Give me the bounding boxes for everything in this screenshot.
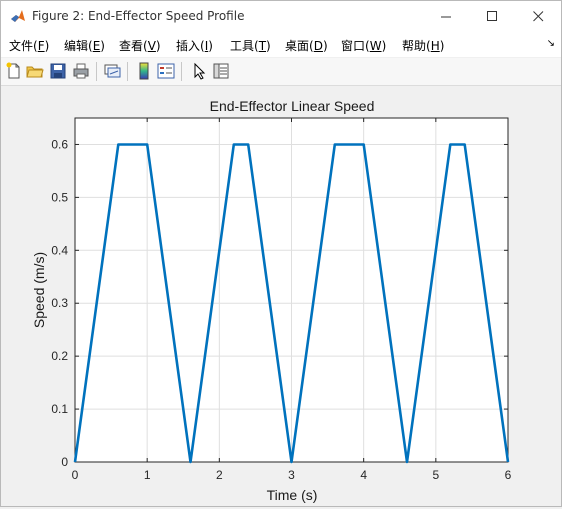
y-tick-label: 0.3 <box>51 296 68 310</box>
maximize-icon <box>486 11 497 21</box>
y-tick-label: 0.4 <box>51 243 68 257</box>
y-tick-label: 0 <box>61 455 68 469</box>
minimize-button[interactable] <box>423 1 469 32</box>
save-icon[interactable] <box>49 62 67 80</box>
new-figure-icon[interactable] <box>5 62 23 80</box>
figure-canvas: End-Effector Linear Speed 0 1 2 3 4 5 6 0 0.1 0.2… <box>2 87 560 505</box>
matlab-logo-icon <box>11 10 25 22</box>
menu-view[interactable]: 查看(V) <box>119 37 161 54</box>
menu-overflow-icon[interactable]: ↘ <box>547 38 555 49</box>
x-tick-label: 6 <box>505 468 512 482</box>
y-tick-label: 0.2 <box>51 349 68 363</box>
property-inspector-icon[interactable] <box>212 62 230 80</box>
toolbar-separator <box>127 62 128 81</box>
menu-window[interactable]: 窗口(W) <box>341 37 386 54</box>
menu-tools[interactable]: 工具(T) <box>230 37 271 54</box>
minimize-icon <box>440 16 451 18</box>
toolbar-separator <box>181 62 182 81</box>
maximize-button[interactable] <box>469 1 515 32</box>
close-button[interactable] <box>515 1 561 32</box>
x-tick-label: 0 <box>72 468 79 482</box>
link-plot-icon[interactable] <box>103 62 121 80</box>
x-tick-label: 2 <box>216 468 223 482</box>
title-bar[interactable]: Figure 2: End-Effector Speed Profile <box>1 1 561 32</box>
y-axis-label: Speed (m/s) <box>31 252 47 328</box>
x-tick-label: 1 <box>144 468 151 482</box>
x-axis-label: Time (s) <box>267 487 318 503</box>
x-tick-label: 4 <box>360 468 367 482</box>
figure-window: Figure 2: End-Effector Speed Profile 文件(… <box>0 0 562 507</box>
menu-desktop[interactable]: 桌面(D) <box>285 37 328 54</box>
menu-bar: 文件(F) 编辑(E) 查看(V) 插入(I) 工具(T) 桌面(D) 窗口(W… <box>1 32 561 57</box>
toolbar <box>1 58 561 86</box>
print-icon[interactable] <box>72 62 90 80</box>
menu-help[interactable]: 帮助(H) <box>402 37 444 54</box>
menu-file[interactable]: 文件(F) <box>9 37 49 54</box>
window-title: Figure 2: End-Effector Speed Profile <box>32 9 245 23</box>
y-tick-label: 0.5 <box>51 190 68 204</box>
menu-insert[interactable]: 插入(I) <box>176 37 213 54</box>
x-tick-label: 3 <box>288 468 295 482</box>
edit-plot-arrow-icon[interactable] <box>190 62 208 80</box>
colorbar-icon[interactable] <box>135 62 153 80</box>
chart-title: End-Effector Linear Speed <box>210 98 375 114</box>
menu-edit[interactable]: 编辑(E) <box>64 37 105 54</box>
toolbar-separator <box>96 62 97 81</box>
y-tick-label: 0.6 <box>51 137 68 151</box>
close-icon <box>532 11 543 22</box>
x-tick-label: 5 <box>432 468 439 482</box>
y-tick-label: 0.1 <box>51 402 68 416</box>
open-file-icon[interactable] <box>26 62 44 80</box>
line-chart[interactable]: End-Effector Linear Speed 0 1 2 3 4 5 6 0 0.1 0.2… <box>2 87 560 505</box>
legend-icon[interactable] <box>157 62 175 80</box>
